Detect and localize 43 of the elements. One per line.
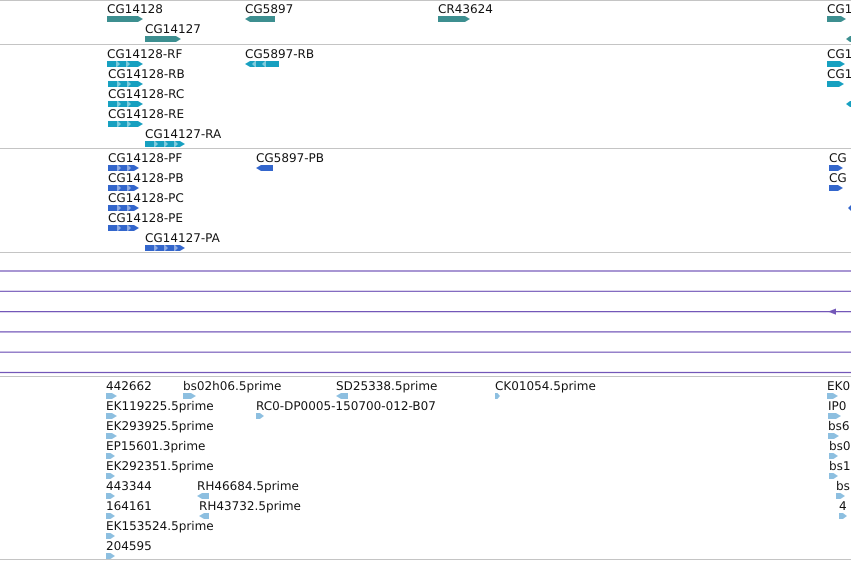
feature-label: CG14127-PA — [145, 231, 220, 245]
feature-label: CG14128-PC — [108, 191, 184, 205]
feature-label: CG1 — [827, 67, 851, 81]
feature-label: EK119225.5prime — [106, 399, 214, 413]
feature-label: CG14127-RA — [145, 127, 222, 141]
feature-label: CG14128-RF — [107, 47, 182, 61]
feature-label: CG — [829, 151, 847, 165]
feature-label: RC0-DP0005-150700-012-B07 — [256, 399, 436, 413]
feature-label: EK292351.5prime — [106, 459, 214, 473]
feature-label: bs6 — [828, 419, 850, 433]
feature-label: SD25338.5prime — [336, 379, 438, 393]
feature-label: CG1 — [827, 2, 851, 16]
feature-label: CG1 — [827, 47, 851, 61]
feature-label: IP0 — [828, 399, 846, 413]
feature-label: CG — [829, 171, 847, 185]
feature-label: RH43732.5prime — [199, 499, 301, 513]
feature-label: EK153524.5prime — [106, 519, 214, 533]
feature-label: 204595 — [106, 539, 152, 553]
feature-label: EP15601.3prime — [106, 439, 206, 453]
feature-label: CG14128-RC — [108, 87, 184, 101]
feature-label: 164161 — [106, 499, 152, 513]
feature-label: CG14128 — [107, 2, 163, 16]
feature-label: CK01054.5prime — [495, 379, 596, 393]
feature-label: CG5897 — [245, 2, 294, 16]
feature-label: CG5897-RB — [245, 47, 314, 61]
feature-label: 442662 — [106, 379, 152, 393]
feature-label: CG14128-RE — [108, 107, 184, 121]
feature-label: CG14128-PF — [108, 151, 182, 165]
feature-label: CG14128-PE — [108, 211, 183, 225]
feature-label: EK293925.5prime — [106, 419, 214, 433]
feature-label: EK0 — [827, 379, 850, 393]
feature-label: bs1 — [829, 459, 851, 473]
feature-label: bs0 — [829, 439, 851, 453]
feature-label: bs — [836, 479, 850, 493]
feature-label: 4 — [839, 499, 847, 513]
feature-label: bs02h06.5prime — [183, 379, 282, 393]
feature-label: CG14128-RB — [108, 67, 185, 81]
feature-label: CR43624 — [438, 2, 493, 16]
feature-label: CG14128-PB — [108, 171, 184, 185]
feature-label: RH46684.5prime — [197, 479, 299, 493]
feature-label: CG14127 — [145, 22, 201, 36]
feature-label: CG5897-PB — [256, 151, 324, 165]
feature-label: 443344 — [106, 479, 152, 493]
